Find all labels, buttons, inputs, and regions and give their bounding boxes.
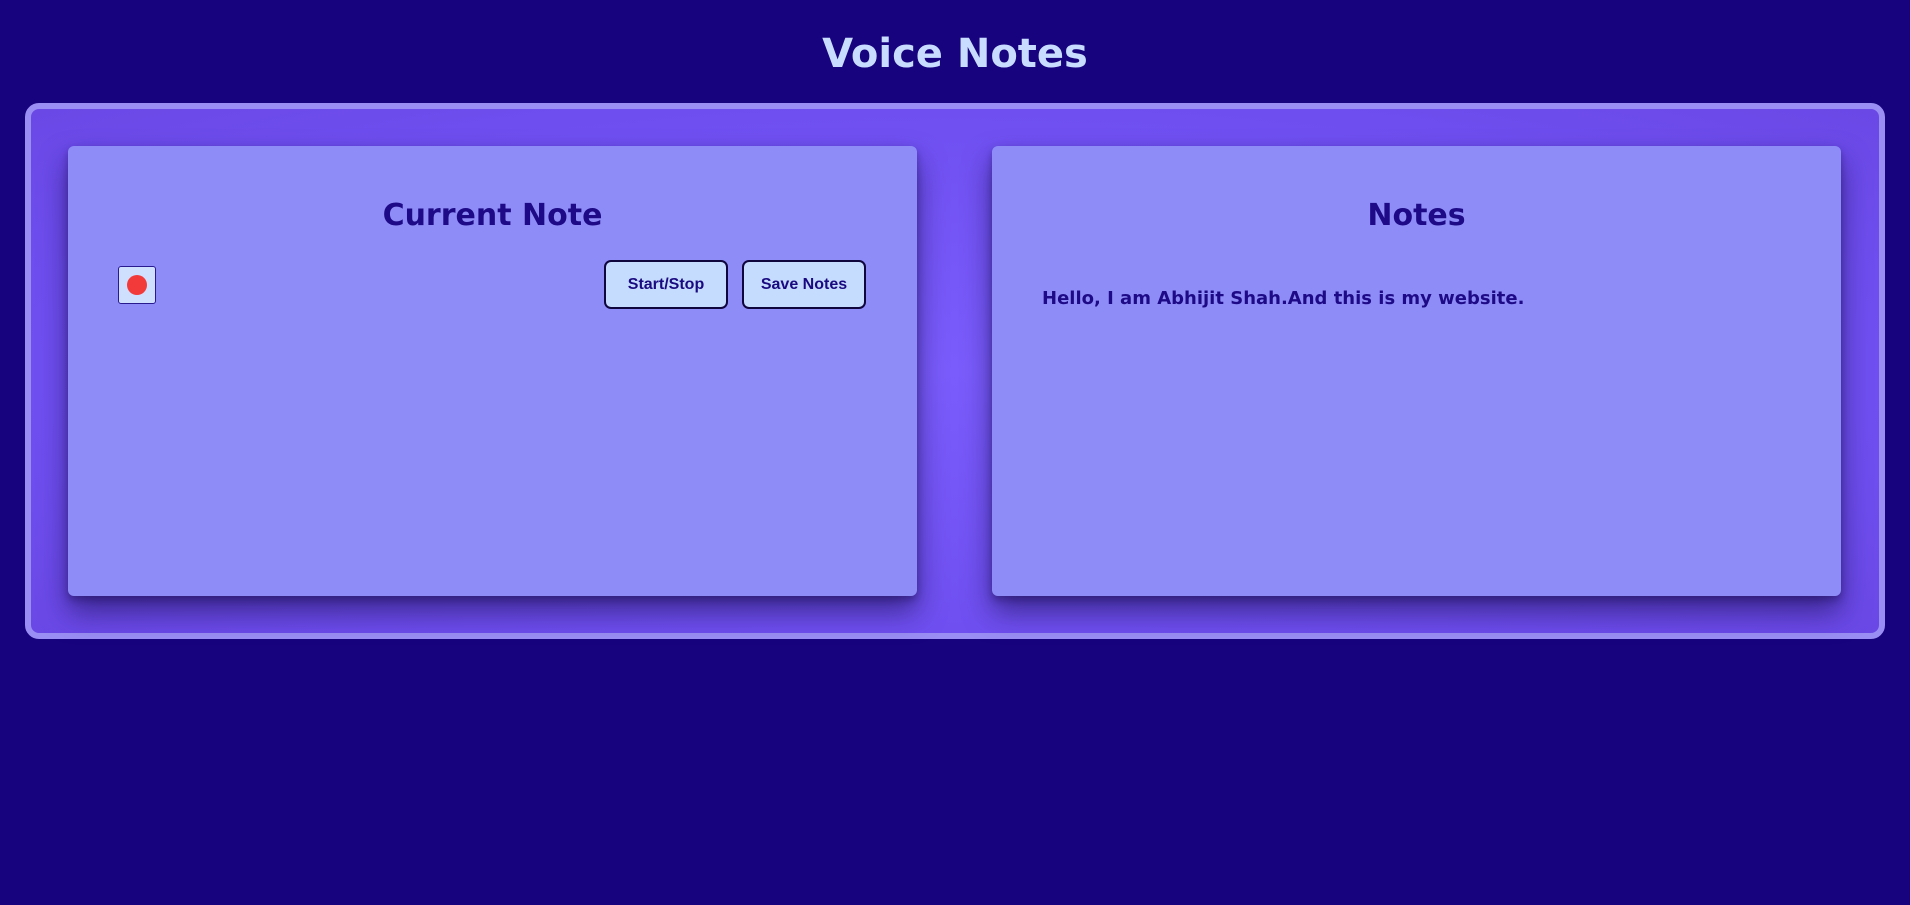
record-indicator (118, 266, 156, 304)
main-panel: Current Note Start/Stop Save Notes Notes… (25, 103, 1885, 639)
current-note-title: Current Note (382, 198, 603, 233)
notes-card: Notes Hello, I am Abhijit Shah.And this … (992, 146, 1841, 596)
save-notes-button[interactable]: Save Notes (742, 260, 866, 309)
note-item: Hello, I am Abhijit Shah.And this is my … (1042, 288, 1525, 309)
app-title: Voice Notes (822, 31, 1088, 77)
start-stop-button[interactable]: Start/Stop (604, 260, 728, 309)
record-dot-icon (127, 275, 147, 295)
current-note-card: Current Note Start/Stop Save Notes (68, 146, 917, 596)
notes-title: Notes (1367, 198, 1466, 233)
